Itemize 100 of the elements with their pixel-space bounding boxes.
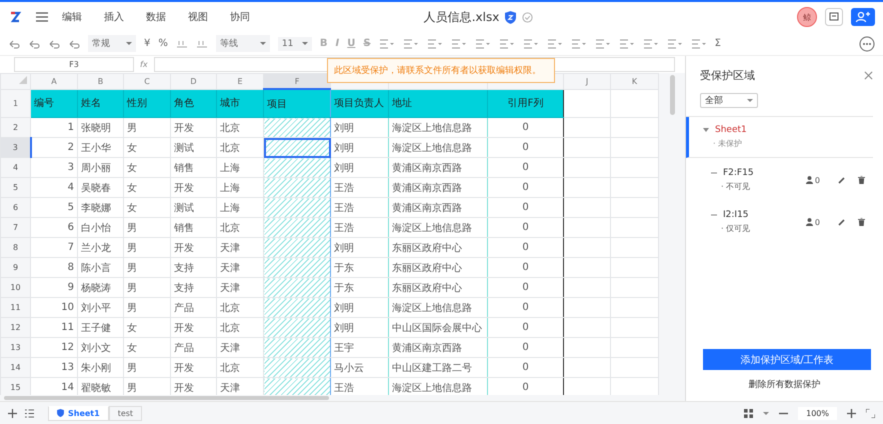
table-cell: 0: [488, 198, 564, 218]
column-header[interactable]: A: [30, 74, 78, 89]
row-header[interactable]: 2: [0, 118, 30, 138]
table-cell: 海淀区上地信息路: [388, 118, 488, 138]
table-header-cell: 引用F列: [488, 89, 564, 118]
delete-icon[interactable]: [858, 176, 865, 184]
dash-icon: [711, 170, 717, 176]
protected-cell[interactable]: [264, 118, 330, 138]
menu-icon[interactable]: [36, 12, 48, 22]
fullscreen-icon[interactable]: [866, 408, 875, 418]
table-cell: 马小云: [330, 358, 388, 378]
zoom-level[interactable]: 100%: [798, 406, 837, 420]
table-cell: 刘明: [330, 138, 388, 158]
font-size-dropdown[interactable]: 11: [278, 36, 312, 50]
menu-item[interactable]: 插入: [104, 10, 124, 24]
edit-icon[interactable]: [838, 218, 846, 226]
column-header[interactable]: K: [610, 74, 658, 89]
row-header[interactable]: 3: [0, 138, 30, 158]
protected-cell[interactable]: [264, 378, 330, 395]
column-header[interactable]: J: [564, 74, 610, 89]
sheet-tab[interactable]: test: [108, 406, 142, 420]
row-header[interactable]: 13: [0, 338, 30, 358]
add-sheet-icon[interactable]: [8, 408, 17, 418]
row-header[interactable]: 4: [0, 158, 30, 178]
protected-cell[interactable]: [264, 258, 330, 278]
select-all-icon[interactable]: [19, 76, 27, 84]
protected-range-item[interactable]: Sheet1 · 未保护: [686, 117, 873, 158]
table-header-cell: 性别: [124, 89, 170, 118]
cell-reference-field[interactable]: F3: [14, 57, 134, 72]
row-header[interactable]: 11: [0, 298, 30, 318]
shield-icon: [505, 10, 516, 24]
protection-status: · 仅可见: [720, 223, 752, 234]
column-header[interactable]: B: [78, 74, 124, 89]
close-icon[interactable]: [864, 71, 873, 80]
row-header[interactable]: 12: [0, 318, 30, 338]
sum-button[interactable]: Σ: [714, 38, 721, 49]
row-header[interactable]: 5: [0, 178, 30, 198]
zoom-in-icon[interactable]: [847, 408, 856, 418]
edit-icon[interactable]: [838, 176, 846, 184]
dash-icon: [711, 212, 717, 218]
column-header[interactable]: C: [124, 74, 170, 89]
protected-cell[interactable]: [264, 318, 330, 338]
table-cell: 0: [488, 338, 564, 358]
row-header[interactable]: 9: [0, 258, 30, 278]
expand-icon[interactable]: [703, 127, 709, 133]
menu-item[interactable]: 视图: [188, 10, 208, 24]
sheet-list-icon[interactable]: [25, 408, 34, 418]
table-cell: 女: [124, 318, 170, 338]
table-cell: 开发: [170, 118, 216, 138]
table-cell: 销售: [170, 218, 216, 238]
protected-cell[interactable]: [264, 138, 330, 158]
table-cell: 刘明: [330, 238, 388, 258]
protected-cell[interactable]: [264, 238, 330, 258]
protected-cell[interactable]: [264, 198, 330, 218]
column-header[interactable]: D: [170, 74, 216, 89]
protected-cell[interactable]: [264, 178, 330, 198]
user-icon: [806, 218, 813, 226]
view-mode-icon[interactable]: [744, 408, 754, 418]
protection-tooltip: 此区域受保护，请联系文件所有者以获取编辑权限。: [327, 58, 555, 83]
percent-button[interactable]: %: [158, 38, 168, 49]
protected-cell[interactable]: [264, 158, 330, 178]
row-header[interactable]: 7: [0, 218, 30, 238]
row-header[interactable]: 10: [0, 278, 30, 298]
protected-range-item[interactable]: F2:F15 · 不可见 0: [686, 158, 873, 200]
table-cell: 黄浦区南京西路: [388, 338, 488, 358]
column-header[interactable]: E: [216, 74, 264, 89]
protected-cell[interactable]: [264, 358, 330, 378]
table-cell: 0: [488, 278, 564, 298]
comment-icon[interactable]: [825, 8, 843, 26]
undo-icon[interactable]: [8, 38, 20, 50]
delete-icon[interactable]: [858, 218, 865, 226]
more-icon[interactable]: [859, 36, 875, 52]
protected-range-item[interactable]: I2:I15 · 仅可见 0: [686, 200, 873, 242]
sheet-tab[interactable]: Sheet1: [48, 406, 109, 420]
table-cell: 0: [488, 158, 564, 178]
filter-dropdown[interactable]: 全部: [700, 93, 758, 108]
protected-cell[interactable]: [264, 278, 330, 298]
row-header[interactable]: 15: [0, 378, 30, 395]
column-header[interactable]: F: [264, 74, 330, 89]
remove-protection-link[interactable]: 删除所有数据保护: [748, 378, 820, 391]
table-cell: 男: [124, 278, 170, 298]
user-avatar[interactable]: 鲸: [797, 7, 817, 27]
protected-cell[interactable]: [264, 298, 330, 318]
protected-cell[interactable]: [264, 338, 330, 358]
number-format-dropdown[interactable]: 常规: [88, 35, 136, 52]
row-header[interactable]: 6: [0, 198, 30, 218]
share-icon[interactable]: [851, 8, 875, 26]
menu-item[interactable]: 数据: [146, 10, 166, 24]
row-header[interactable]: 1: [0, 89, 30, 118]
currency-button[interactable]: ¥: [144, 38, 150, 49]
table-cell: 开发: [170, 318, 216, 338]
scrollbar-thumb[interactable]: [670, 75, 674, 115]
protected-cell[interactable]: [264, 218, 330, 238]
row-header[interactable]: 8: [0, 238, 30, 258]
row-header[interactable]: 14: [0, 358, 30, 378]
menu-item[interactable]: 协同: [230, 10, 250, 24]
app-logo-icon[interactable]: [8, 10, 22, 24]
font-dropdown[interactable]: 等线: [216, 35, 270, 52]
add-protection-button[interactable]: 添加保护区域/工作表: [703, 349, 871, 370]
menu-item[interactable]: 编辑: [62, 10, 82, 24]
